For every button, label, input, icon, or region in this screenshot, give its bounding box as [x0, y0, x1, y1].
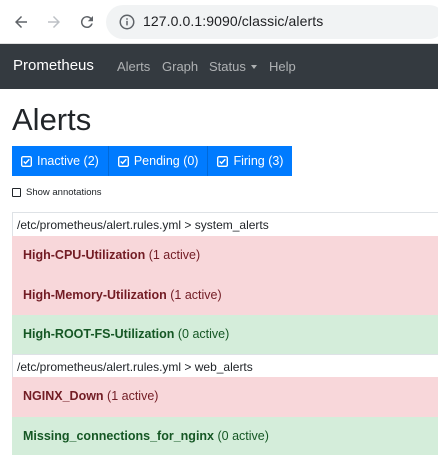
brand-link[interactable]: Prometheus	[13, 57, 94, 74]
show-annotations-checkbox[interactable]: Show annotations	[12, 187, 102, 198]
nav-status-label: Status	[209, 59, 246, 74]
nav-graph[interactable]: Graph	[162, 59, 198, 74]
alert-rule-status: (1 active)	[148, 248, 201, 262]
nav-status[interactable]: Status	[209, 59, 257, 74]
alert-rule-name: NGINX_Down	[23, 389, 104, 403]
checkbox-checked-icon	[117, 155, 129, 167]
forward-arrow-icon[interactable]	[42, 10, 66, 34]
filter-inactive-label: Inactive (2)	[37, 154, 99, 168]
alert-rule-row[interactable]: High-CPU-Utilization (1 active)	[12, 236, 438, 276]
caret-down-icon	[250, 65, 257, 69]
top-navbar: Prometheus Alerts Graph Status Help	[0, 44, 438, 89]
url-text: 127.0.0.1:9090/classic/alerts	[143, 13, 324, 29]
page-title: Alerts	[12, 102, 92, 137]
info-icon[interactable]	[118, 13, 136, 31]
checkbox-checked-icon	[21, 155, 32, 167]
filter-firing-label: Firing (3)	[233, 154, 284, 168]
alert-rule-name: High-ROOT-FS-Utilization	[23, 327, 175, 341]
browser-toolbar: 127.0.0.1:9090/classic/alerts	[0, 0, 438, 44]
rule-group-header: /etc/prometheus/alert.rules.yml > web_al…	[12, 354, 438, 378]
checkbox-checked-icon	[217, 155, 229, 167]
alert-rule-row[interactable]: NGINX_Down (1 active)	[12, 377, 438, 417]
rule-group-header: /etc/prometheus/alert.rules.yml > system…	[12, 212, 438, 236]
alert-rule-name: High-CPU-Utilization	[23, 248, 146, 262]
checkbox-icon[interactable]	[12, 188, 21, 197]
alert-rule-row[interactable]: High-Memory-Utilization (1 active)	[12, 276, 438, 316]
filter-firing-button[interactable]: Firing (3)	[208, 146, 293, 176]
nav-help[interactable]: Help	[269, 59, 296, 74]
alert-state-filter-group: Inactive (2) Pending (0) Firing (3)	[12, 146, 293, 176]
alert-rule-row[interactable]: High-ROOT-FS-Utilization (0 active)	[12, 315, 438, 355]
show-annotations-label: Show annotations	[26, 187, 102, 198]
alert-rule-status: (1 active)	[170, 288, 222, 302]
nav-alerts[interactable]: Alerts	[117, 59, 150, 74]
alert-rule-name: Missing_connections_for_nginx	[23, 429, 215, 443]
address-bar[interactable]: 127.0.0.1:9090/classic/alerts	[106, 5, 438, 39]
filter-pending-button[interactable]: Pending (0)	[108, 146, 209, 176]
reload-icon[interactable]	[75, 10, 99, 34]
alert-rule-status: (1 active)	[107, 389, 159, 403]
alert-rule-name: High-Memory-Utilization	[23, 288, 167, 302]
filter-pending-label: Pending (0)	[133, 154, 199, 168]
alert-rule-status: (0 active)	[217, 429, 269, 443]
alert-rule-row[interactable]: Missing_connections_for_nginx (0 active)	[12, 417, 438, 455]
alert-rule-status: (0 active)	[177, 327, 230, 341]
filter-inactive-button[interactable]: Inactive (2)	[12, 146, 109, 176]
back-arrow-icon[interactable]	[9, 10, 33, 34]
